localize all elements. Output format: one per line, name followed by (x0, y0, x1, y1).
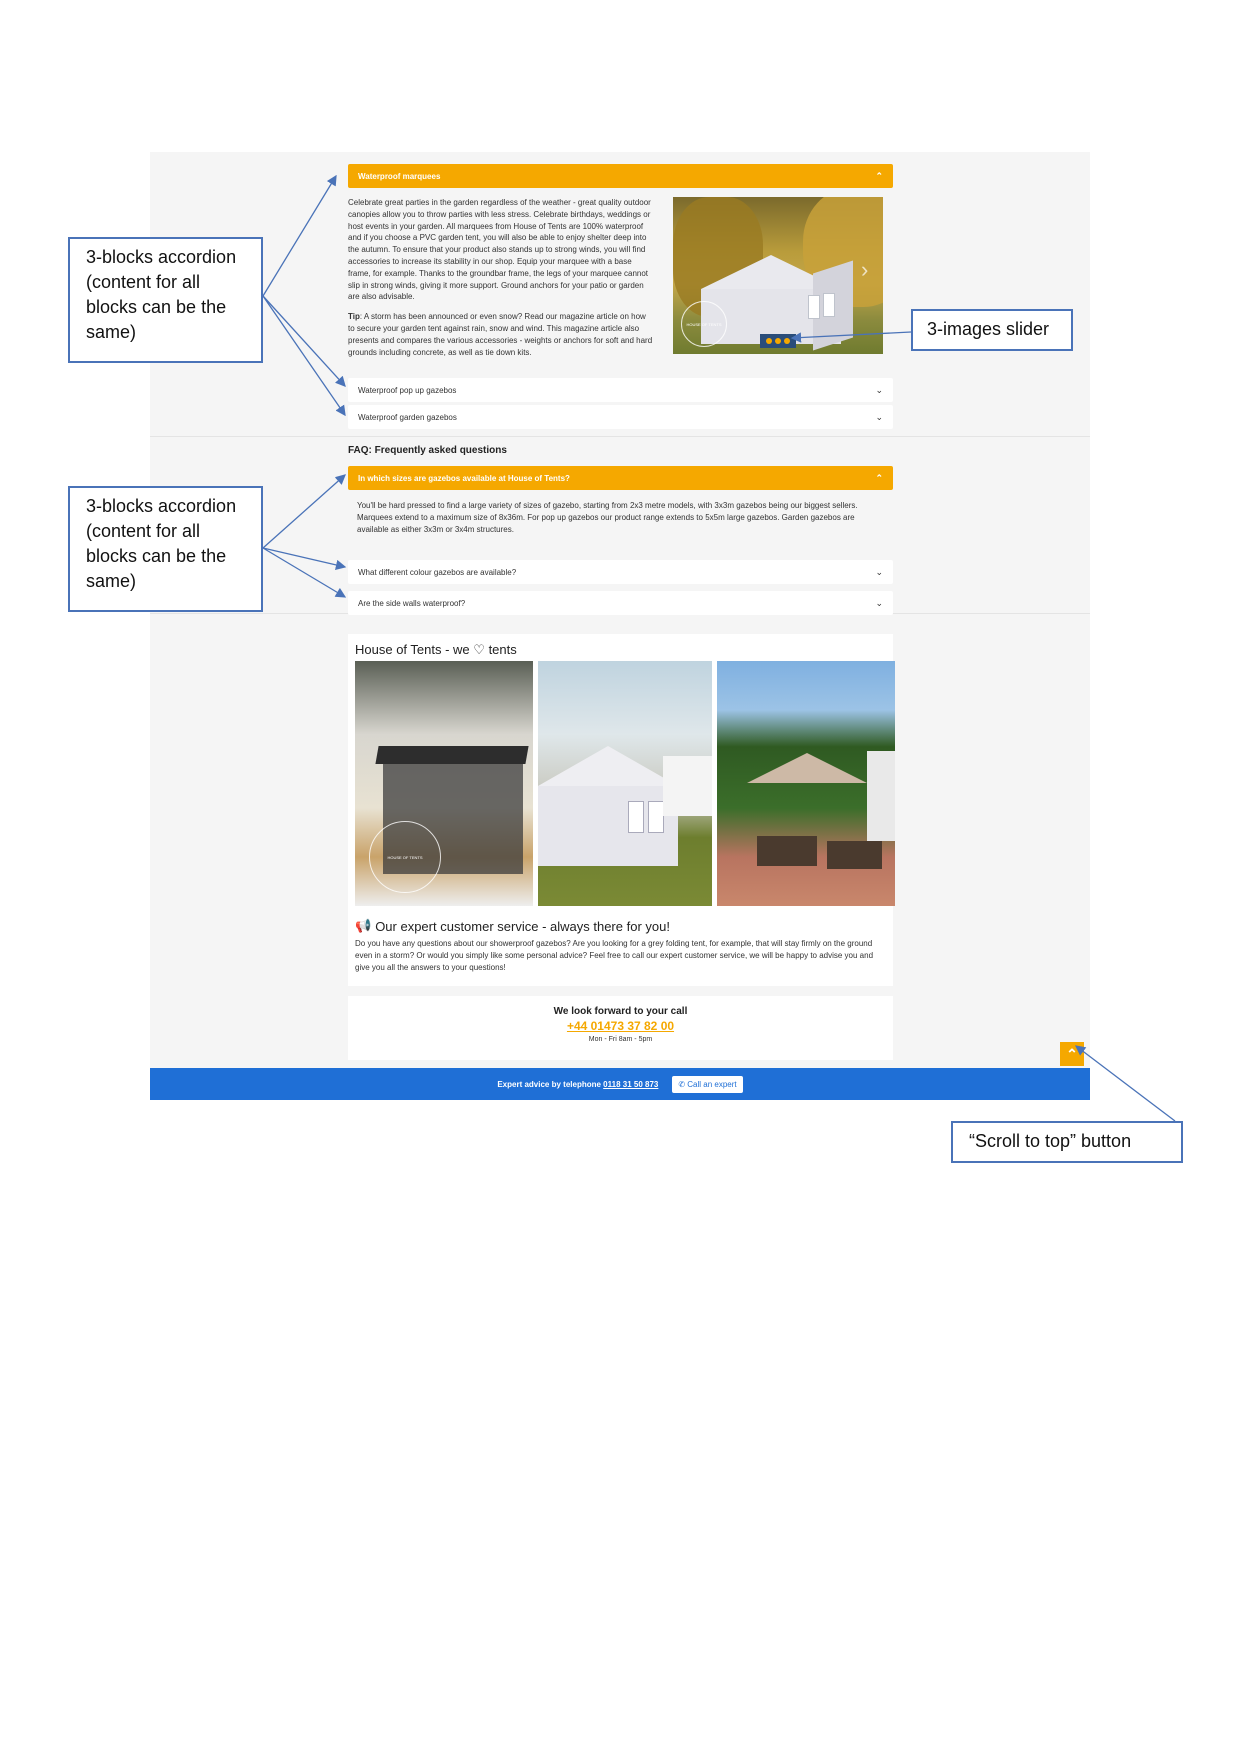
annotation-arrows (262, 174, 1176, 1122)
